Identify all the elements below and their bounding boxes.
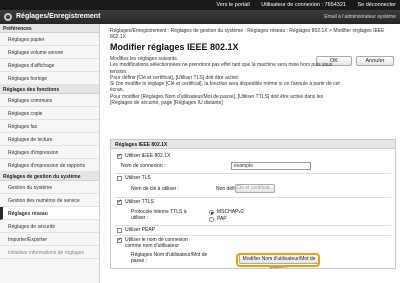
sidebar-item-volume[interactable]: Réglages volume sonore <box>0 46 99 59</box>
use-ieee-label: Utiliser IEEE 802.1X <box>125 153 171 159</box>
sidebar-item-fax[interactable]: Réglages fax <box>0 120 99 133</box>
sidebar-item-report-print[interactable]: Réglages d'impression de rapports <box>0 159 99 172</box>
description-line: Les modifications sélectionnées ne prend… <box>110 62 333 75</box>
login-user: Utilisateur de connexion : 7654321 <box>261 2 346 8</box>
sidebar-item-scan[interactable]: Réglages de lecture <box>0 133 99 146</box>
sidebar-item-paper[interactable]: Réglages papier <box>0 33 99 46</box>
separator <box>115 173 391 174</box>
sidebar-section-functions: Réglages des fonctions <box>0 85 99 94</box>
login-name-label: Nom de connexion : <box>121 163 166 169</box>
sidebar-section-system: Réglages de gestion du système <box>0 172 99 181</box>
use-peap-checkbox[interactable] <box>117 228 122 233</box>
breadcrumb[interactable]: Réglages/Enregistrement : Réglages de ge… <box>110 28 396 40</box>
panel-title: Réglages IEEE 802.1X <box>111 140 395 149</box>
sidebar-item-common[interactable]: Réglages communs <box>0 94 99 107</box>
sidebar-item-security[interactable]: Réglages de sécurité <box>0 220 99 233</box>
sidebar-item-copy[interactable]: Réglages copie <box>0 107 99 120</box>
separator <box>115 235 391 236</box>
pap-radio[interactable] <box>209 217 214 222</box>
pap-label: PAP <box>217 216 227 222</box>
description: Modifiez les réglages suivants. Les modi… <box>110 56 345 106</box>
settings-logo-icon <box>4 13 12 21</box>
admin-mail-link[interactable]: Email à l'administrateur système <box>324 14 396 20</box>
page-title: Modifier réglages IEEE 802.1X <box>110 42 239 52</box>
description-line: Si l'on modifie le réglage [Clé et certi… <box>110 81 340 94</box>
portal-link[interactable]: Vers le portail <box>216 2 249 8</box>
top-links: Vers le portail Utilisateur de connexion… <box>206 2 396 8</box>
ieee-settings-panel: Réglages IEEE 802.1X Utiliser IEEE 802.1… <box>110 139 396 270</box>
sidebar-item-network[interactable]: Réglages réseau <box>0 207 99 220</box>
app-title: Réglages/Enregistrement <box>16 13 101 20</box>
cancel-button[interactable]: Annuler <box>356 56 394 66</box>
sidebar-item-dept-id[interactable]: Gestion des numéros de service <box>0 194 99 207</box>
use-login-name-checkbox[interactable] <box>117 237 122 243</box>
key-name-label: Nom de clé à utiliser : <box>131 186 180 192</box>
use-ieee-checkbox[interactable] <box>117 153 122 159</box>
login-name-input[interactable]: example <box>231 162 311 170</box>
focus-highlight <box>236 253 320 267</box>
mschapv2-label: MSCHAPv2 <box>217 209 244 215</box>
sidebar-section-preferences: Préférences <box>0 24 99 33</box>
use-peap-label: Utiliser PEAP <box>125 227 156 233</box>
mschapv2-radio[interactable] <box>209 210 214 215</box>
use-login-name-label: Utiliser le nom de connexion comme nom d… <box>125 237 188 249</box>
logout-link[interactable]: Se déconnecter <box>357 2 396 8</box>
app-header: Réglages/Enregistrement Email à l'admini… <box>0 10 400 24</box>
description-line: Pour modifier [Réglages Nom d'utilisateu… <box>110 93 324 107</box>
separator <box>115 225 391 226</box>
use-tls-label: Utiliser TLS <box>125 175 151 181</box>
use-ttls-checkbox[interactable] <box>117 199 122 205</box>
sidebar-item-display[interactable]: Réglages d'affichage <box>0 59 99 72</box>
sidebar-item-import-export[interactable]: Importer/Exporter <box>0 233 99 246</box>
sidebar: Préférences Réglages papier Réglages vol… <box>0 24 100 283</box>
credentials-label: Réglages Nom d'utilisateur/Mot de passe … <box>131 252 208 264</box>
use-ttls-label: Utiliser TTLS <box>125 199 154 205</box>
sidebar-item-clock[interactable]: Réglages horloge <box>0 72 99 85</box>
sidebar-item-print[interactable]: Réglages d'impression <box>0 146 99 159</box>
use-tls-checkbox[interactable] <box>117 176 122 181</box>
sidebar-item-initialize[interactable]: Initialiser informations de réglages <box>0 246 99 259</box>
separator <box>115 197 391 198</box>
sidebar-item-system-mgmt[interactable]: Gestion du système <box>0 181 99 194</box>
ttls-protocol-label: Protocole interne TTLS à utiliser : <box>131 209 187 221</box>
key-certificate-button[interactable]: Clé et certificat... <box>235 184 275 193</box>
top-bar: Vers le portail Utilisateur de connexion… <box>0 0 400 10</box>
main-content: Réglages/Enregistrement : Réglages de ge… <box>100 24 400 283</box>
